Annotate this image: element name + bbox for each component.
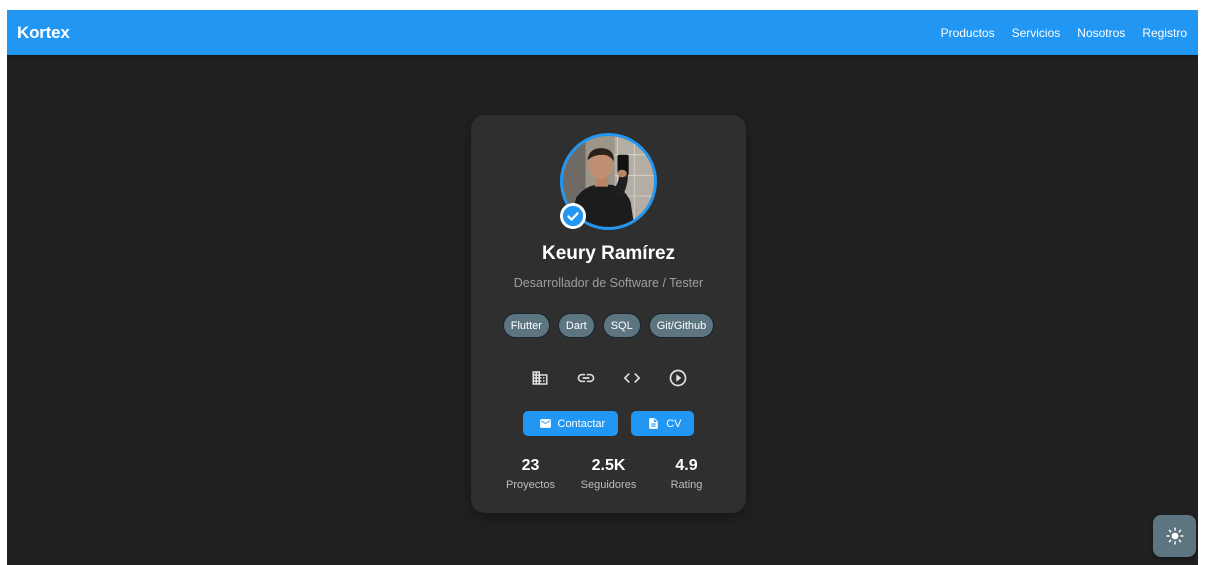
nav-servicios[interactable]: Servicios bbox=[1012, 26, 1061, 40]
theme-toggle-button[interactable] bbox=[1153, 515, 1196, 557]
verified-badge-icon bbox=[560, 203, 586, 229]
email-icon bbox=[539, 419, 551, 428]
skill-chip-flutter: Flutter bbox=[502, 313, 550, 338]
profile-card: Keury Ramírez Desarrollador de Software … bbox=[471, 115, 746, 513]
stat-label: Seguidores bbox=[580, 479, 637, 491]
cv-button[interactable]: CV bbox=[631, 411, 695, 436]
nav-productos[interactable]: Productos bbox=[941, 26, 995, 40]
social-links bbox=[471, 365, 746, 391]
skill-chips: Flutter Dart SQL Git/Github bbox=[471, 313, 746, 338]
stat-value: 2.5K bbox=[591, 457, 626, 474]
cv-button-label: CV bbox=[666, 417, 682, 430]
brand-title[interactable]: Kortex bbox=[17, 23, 70, 43]
skill-chip-dart: Dart bbox=[557, 313, 595, 338]
stat-label: Proyectos bbox=[506, 479, 555, 491]
stat-rating: 4.9 Rating bbox=[648, 456, 726, 491]
document-icon bbox=[649, 418, 659, 429]
sun-icon bbox=[1165, 527, 1184, 545]
profile-stats: 23 Proyectos 2.5K Seguidores 4.9 Rating bbox=[471, 456, 746, 491]
nav-nosotros[interactable]: Nosotros bbox=[1077, 26, 1125, 40]
link-icon[interactable] bbox=[573, 365, 599, 391]
building-icon[interactable] bbox=[527, 365, 553, 391]
app-bar: Kortex Productos Servicios Nosotros Regi… bbox=[7, 10, 1198, 55]
nav-registro[interactable]: Registro bbox=[1142, 26, 1187, 40]
profile-actions: Contactar CV bbox=[471, 411, 746, 436]
play-circle-icon[interactable] bbox=[665, 365, 691, 391]
top-nav: Productos Servicios Nosotros Registro bbox=[924, 26, 1187, 40]
profile-role: Desarrollador de Software / Tester bbox=[513, 276, 704, 290]
app-frame: Kortex Productos Servicios Nosotros Regi… bbox=[7, 10, 1198, 565]
stat-label: Rating bbox=[670, 479, 703, 491]
contact-button-label: Contactar bbox=[557, 417, 606, 430]
stat-proyectos: 23 Proyectos bbox=[492, 456, 570, 491]
stat-value: 23 bbox=[521, 457, 540, 474]
code-icon[interactable] bbox=[619, 365, 645, 391]
stat-seguidores: 2.5K Seguidores bbox=[570, 456, 648, 491]
contact-button[interactable]: Contactar bbox=[522, 411, 619, 436]
skill-chip-git: Git/Github bbox=[648, 313, 715, 338]
stat-value: 4.9 bbox=[675, 457, 698, 474]
profile-name: Keury Ramírez bbox=[541, 243, 676, 264]
skill-chip-sql: SQL bbox=[602, 313, 641, 338]
